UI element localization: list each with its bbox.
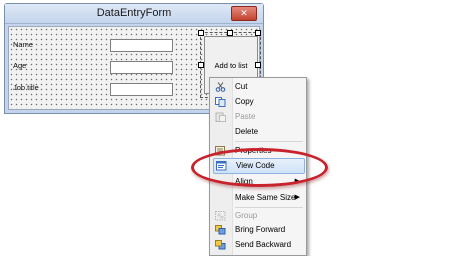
menu-item-paste[interactable]: Paste	[210, 110, 306, 124]
copy-icon	[215, 97, 226, 107]
name-textbox[interactable]	[110, 39, 173, 52]
menu-item-label: Make Same Size	[235, 193, 296, 202]
name-label: Name	[13, 40, 34, 49]
resize-handle[interactable]	[227, 30, 233, 36]
scissors-icon	[215, 82, 226, 92]
menu-item-make-same-size[interactable]: Make Same Size ▶	[210, 191, 306, 205]
add-to-list-label: Add to list	[214, 60, 248, 70]
menu-item-send-backward[interactable]: Send Backward	[210, 238, 306, 252]
resize-handle[interactable]	[198, 30, 204, 36]
menu-item-bring-forward[interactable]: Bring Forward	[210, 223, 306, 237]
menu-separator	[235, 207, 303, 208]
menu-item-label: Copy	[235, 97, 254, 106]
menu-item-label: Bring Forward	[235, 225, 286, 234]
menu-item-group[interactable]: Group	[210, 209, 306, 223]
resize-handle[interactable]	[198, 62, 204, 68]
job-title-textbox[interactable]	[110, 83, 173, 96]
menu-item-delete[interactable]: Delete	[210, 125, 306, 139]
menu-item-copy[interactable]: Copy	[210, 95, 306, 109]
age-label: Age	[13, 61, 27, 70]
age-textbox[interactable]	[110, 61, 173, 74]
menu-item-cut[interactable]: Cut	[210, 80, 306, 94]
highlight-ellipse	[191, 148, 328, 187]
paste-icon	[215, 112, 226, 122]
bring-forward-icon	[215, 225, 226, 235]
menu-separator	[235, 141, 303, 142]
title-bar[interactable]: DataEntryForm ✕	[5, 4, 263, 24]
menu-item-label: Paste	[235, 112, 256, 121]
close-button[interactable]: ✕	[231, 6, 257, 21]
menu-item-label: Group	[235, 211, 258, 220]
job-title-label: Job title	[13, 83, 39, 92]
menu-item-label: Send Backward	[235, 240, 292, 249]
window-title: DataEntryForm	[96, 7, 172, 19]
submenu-arrow-icon: ▶	[294, 194, 300, 201]
resize-handle[interactable]	[255, 62, 261, 68]
menu-item-label: Delete	[235, 127, 259, 136]
group-icon	[215, 211, 226, 221]
resize-handle[interactable]	[255, 30, 261, 36]
menu-item-label: Cut	[235, 82, 248, 91]
send-backward-icon	[215, 240, 226, 250]
